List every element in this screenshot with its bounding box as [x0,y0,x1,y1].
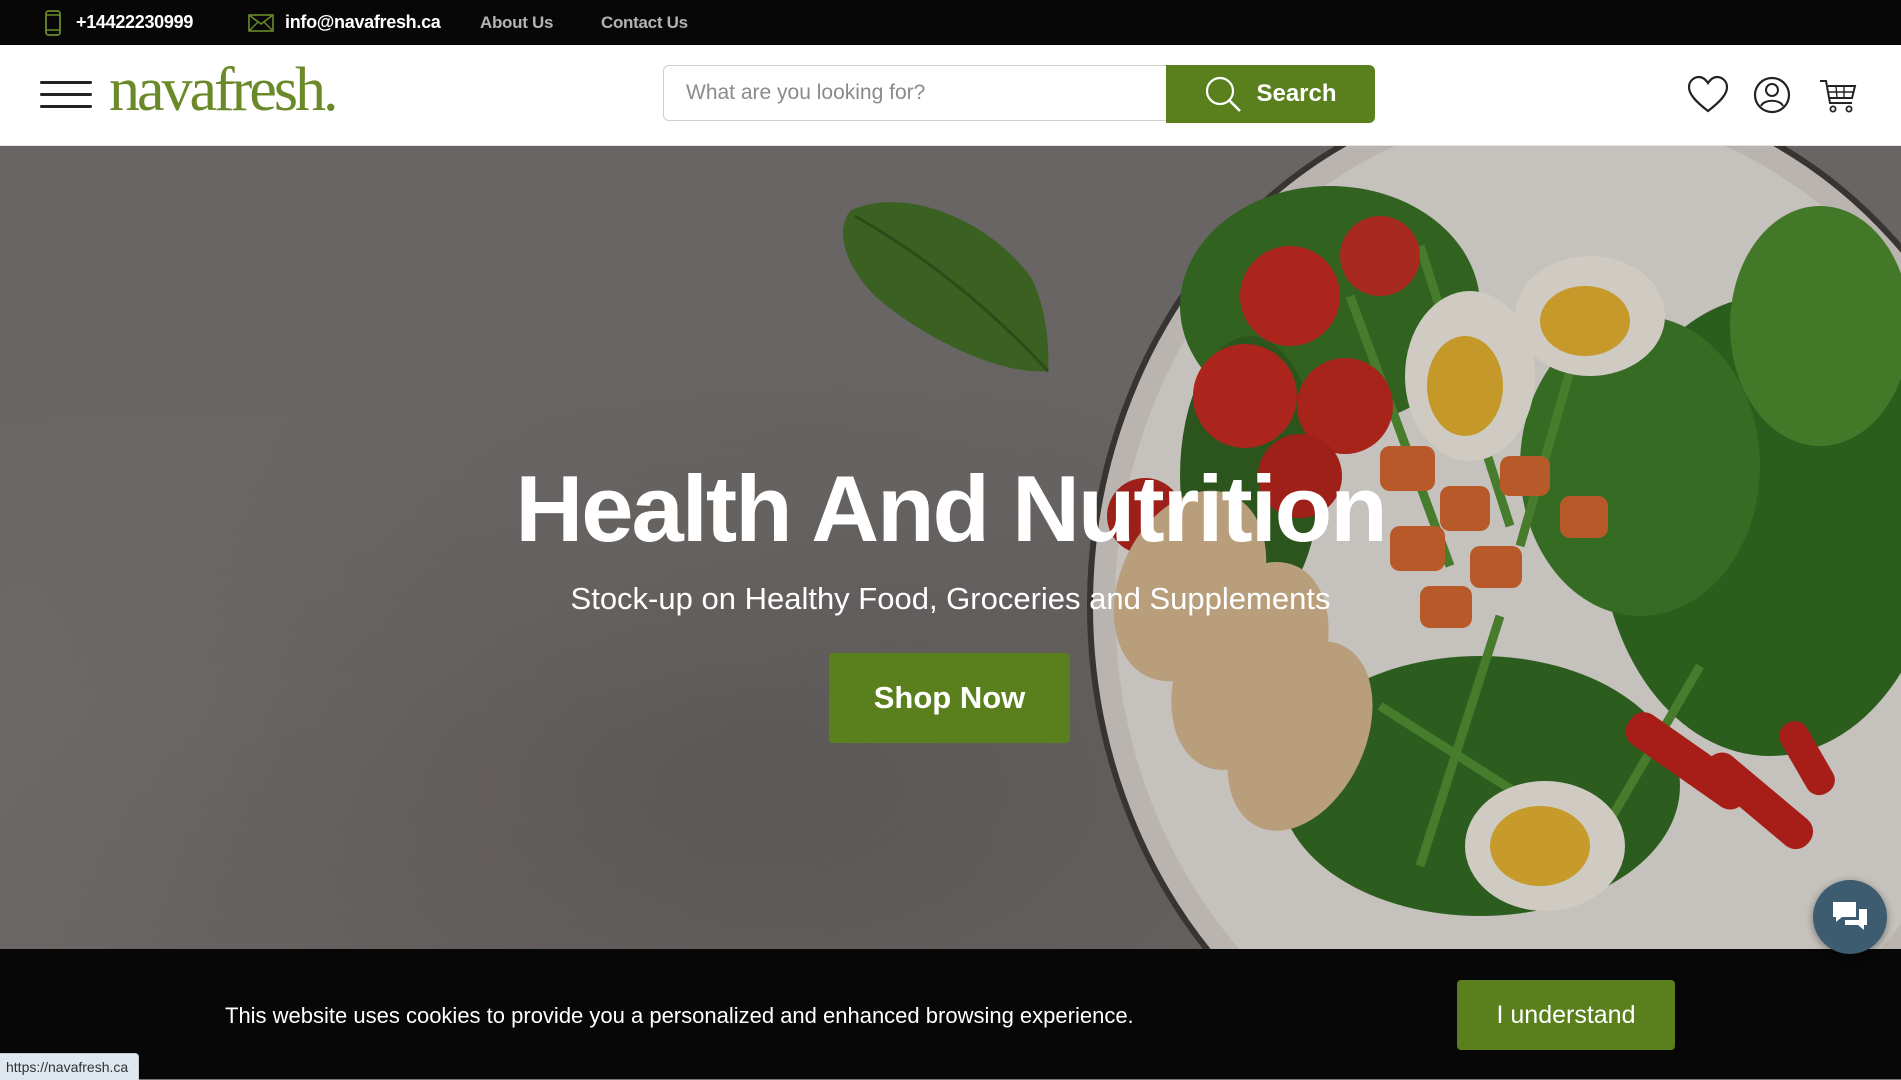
email-link[interactable]: info@navafresh.ca [285,0,441,45]
logo[interactable]: navafresh. [109,59,338,121]
status-bar-url: https://navafresh.ca [0,1053,140,1080]
main-header: navafresh. Search [0,45,1901,146]
cookie-banner: This website uses cookies to provide you… [0,949,1901,1079]
search-input[interactable] [663,65,1166,121]
phone-icon [44,0,62,45]
contact-us-link[interactable]: Contact Us [601,0,688,45]
phone-link[interactable]: +14422230999 [76,0,193,45]
hero-title: Health And Nutrition [515,456,1387,561]
cookie-message: This website uses cookies to provide you… [225,1003,1134,1028]
cart-icon[interactable] [1818,75,1860,115]
mail-icon [248,0,274,45]
cookie-accept-button[interactable]: I understand [1457,980,1675,1050]
about-us-link[interactable]: About Us [480,0,553,45]
shop-now-button[interactable]: Shop Now [829,653,1070,743]
chat-button[interactable] [1813,880,1887,954]
top-bar: +14422230999 info@navafresh.ca About Us … [0,0,1901,45]
search-button-label: Search [1256,80,1337,107]
search-button[interactable]: Search [1166,65,1375,123]
search-icon [1206,76,1242,112]
hamburger-menu-icon[interactable] [40,81,92,109]
heart-icon[interactable] [1687,75,1729,115]
chat-icon [1833,902,1867,930]
hero-banner: Health And Nutrition Stock-up on Healthy… [0,146,1901,949]
user-icon[interactable] [1752,75,1794,115]
hero-subtitle: Stock-up on Healthy Food, Groceries and … [570,581,1331,616]
